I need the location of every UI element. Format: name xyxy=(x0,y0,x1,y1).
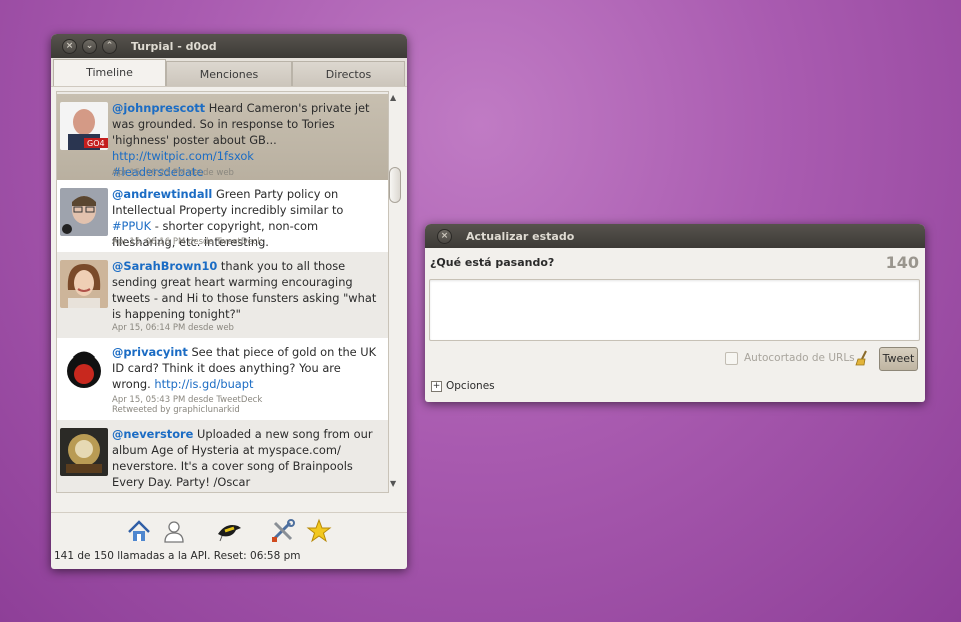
avatar[interactable]: GO4 xyxy=(60,102,108,150)
tweet-meta: Apr 15, 06:23 PM desde web xyxy=(112,168,234,178)
tweet-meta: Apr 15, 06:14 PM desde web xyxy=(112,323,234,333)
status-textarea[interactable] xyxy=(429,279,920,341)
tweet-link[interactable]: http://twitpic.com/1fsxok xyxy=(112,149,254,163)
tweet-button[interactable]: Tweet xyxy=(879,347,918,371)
tweet-item[interactable]: @privacyint See that piece of gold on th… xyxy=(57,338,388,420)
bottom-toolbar xyxy=(51,512,407,549)
tweet-username[interactable]: @SarahBrown10 xyxy=(112,259,217,273)
tweet-meta: Apr 15, 06:16 PM desde TweetDeck xyxy=(112,237,263,247)
svg-text:GO4: GO4 xyxy=(87,139,105,148)
maximize-icon[interactable]: ⌃ xyxy=(102,39,117,54)
bird-icon[interactable] xyxy=(216,518,242,544)
avatar[interactable] xyxy=(60,346,108,394)
tab-directos[interactable]: Directos xyxy=(292,61,405,86)
scrollbar-thumb[interactable] xyxy=(389,167,401,203)
main-window: × ⌄ ⌃ Turpial - d0od Timeline Menciones … xyxy=(51,34,407,569)
window-title: Turpial - d0od xyxy=(131,40,217,53)
update-titlebar[interactable]: × Actualizar estado xyxy=(425,224,925,248)
close-icon[interactable]: × xyxy=(437,229,452,244)
star-icon[interactable] xyxy=(306,518,332,544)
tweet-username[interactable]: @privacyint xyxy=(112,345,188,359)
scroll-down-icon[interactable]: ▼ xyxy=(390,479,396,488)
home-icon[interactable] xyxy=(126,518,152,544)
tools-icon[interactable] xyxy=(270,518,296,544)
autoshorten-checkbox[interactable] xyxy=(725,352,738,365)
minimize-icon[interactable]: ⌄ xyxy=(82,39,97,54)
tweet-username[interactable]: @johnprescott xyxy=(112,101,205,115)
tweet-item[interactable]: @neverstore Uploaded a new song from our… xyxy=(57,420,388,492)
tweet-hashtag[interactable]: #PPUK xyxy=(112,219,151,233)
tweet-retweet-info: Retweeted by graphiclunarkid xyxy=(112,405,240,415)
main-titlebar[interactable]: × ⌄ ⌃ Turpial - d0od xyxy=(51,34,407,58)
tweet-username[interactable]: @neverstore xyxy=(112,427,193,441)
timeline-list[interactable]: GO4 @johnprescott Heard Cameron's privat… xyxy=(56,91,389,493)
api-status: 141 de 150 llamadas a la API. Reset: 06:… xyxy=(54,550,301,562)
tweet-link[interactable]: http://is.gd/buapt xyxy=(154,377,253,391)
tweet-item[interactable]: @SarahBrown10 thank you to all those sen… xyxy=(57,252,388,338)
options-label[interactable]: Opciones xyxy=(446,380,495,392)
profile-icon[interactable] xyxy=(161,518,187,544)
tab-timeline[interactable]: Timeline xyxy=(53,59,166,86)
autoshorten-label[interactable]: Autocortado de URLs xyxy=(744,352,855,364)
expander-plus-icon[interactable]: + xyxy=(431,381,442,392)
avatar[interactable] xyxy=(60,428,108,476)
scroll-up-icon[interactable]: ▲ xyxy=(390,93,396,102)
avatar[interactable] xyxy=(60,260,108,308)
status-prompt: ¿Qué está pasando? xyxy=(430,256,555,269)
tab-menciones[interactable]: Menciones xyxy=(166,61,292,86)
broom-icon[interactable] xyxy=(855,350,869,366)
update-status-window: × Actualizar estado ¿Qué está pasando? 1… xyxy=(425,224,925,402)
timeline-scrollbar[interactable]: ▲ ▼ xyxy=(388,91,402,491)
avatar[interactable] xyxy=(60,188,108,236)
tab-bar: Timeline Menciones Directos xyxy=(51,58,407,87)
tweet-item[interactable]: GO4 @johnprescott Heard Cameron's privat… xyxy=(57,94,388,180)
tweet-username[interactable]: @andrewtindall xyxy=(112,187,212,201)
char-counter: 140 xyxy=(885,253,919,272)
tweet-item[interactable]: @andrewtindall Green Party policy on Int… xyxy=(57,180,388,252)
close-icon[interactable]: × xyxy=(62,39,77,54)
update-window-title: Actualizar estado xyxy=(466,230,575,243)
